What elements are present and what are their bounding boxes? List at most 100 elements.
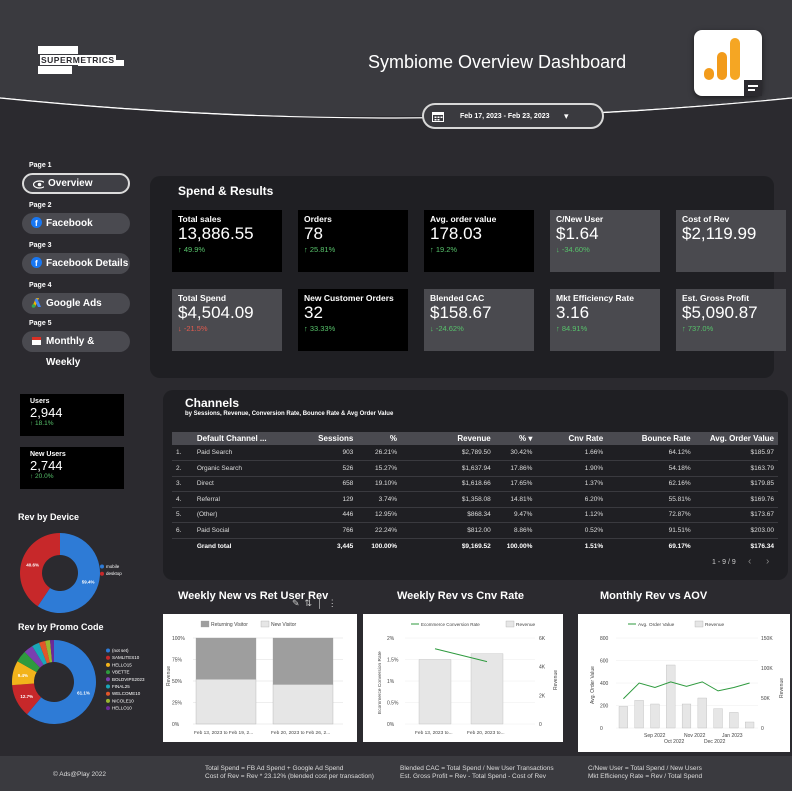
table-row[interactable]: 6. Paid Social 766 22.24% $812.00 8.86% 0.52% 9… — [172, 522, 778, 539]
bar[interactable] — [666, 664, 676, 729]
table-cell: 1.66% — [536, 445, 608, 461]
table-row[interactable]: 3. Direct 658 19.10% $1,618.66 17.65% 1.37% 62.… — [172, 476, 778, 492]
kpi-value: 178.03 — [430, 224, 482, 243]
chart-toolbar[interactable]: ✎ ⇅ │ ⋮ — [292, 598, 337, 609]
kpi-label: New Customer Orders — [304, 293, 394, 303]
table-cell: $2,789.50 — [401, 445, 495, 461]
bar[interactable] — [697, 697, 707, 729]
x-tick-label: Feb 20, 2023 to... — [467, 730, 505, 736]
table-cell: $163.79 — [694, 460, 778, 477]
total-cell: 69.17% — [668, 542, 691, 550]
column-header[interactable]: Default Channel ... — [192, 432, 297, 445]
kpi-label: Mkt Efficiency Rate — [556, 293, 634, 303]
bar[interactable] — [272, 637, 334, 685]
bar[interactable] — [195, 637, 257, 680]
table-row[interactable]: 4. Referral 129 3.74% $1,358.08 14.81% 6.20% 55… — [172, 491, 778, 508]
table-row[interactable]: 5. (Other) 446 12.95% $868.34 9.47% 1.12% 72.87… — [172, 507, 778, 523]
y2-tick-label: 0 — [761, 726, 764, 732]
table-cell: 0.52% — [536, 522, 608, 539]
total-cell: $9,169.52 — [461, 542, 491, 550]
x-tick-label: Feb 13, 2023 to Feb 19, 2... — [194, 730, 253, 736]
channels-title: Channels — [185, 396, 240, 410]
table-cell: 17.86% — [494, 460, 537, 477]
page-number-label: Page 3 — [29, 242, 52, 249]
chevron-down-icon: ▾ — [564, 111, 569, 121]
nav-item-google-ads[interactable]: Google Ads — [22, 293, 130, 314]
nav-item-facebook-details[interactable]: f Facebook Details — [22, 253, 130, 274]
table-cell: 2. — [172, 460, 193, 477]
column-header[interactable]: Avg. Order Value — [694, 432, 778, 445]
kpi-label: Cost of Rev — [682, 214, 730, 224]
table-cell: $1,618.66 — [401, 476, 495, 492]
column-header[interactable]: Revenue — [401, 432, 495, 445]
kpi-label: C/New User — [556, 214, 604, 224]
bar[interactable] — [729, 712, 739, 729]
legend-swatch — [106, 655, 110, 660]
bar[interactable] — [272, 684, 334, 725]
y2-tick-label: 100K — [761, 666, 773, 672]
nav-item-facebook[interactable]: f Facebook — [22, 213, 130, 234]
footer-note-cost: Cost of Rev = Rev * 23.12% (blended cost… — [205, 773, 374, 780]
nav-item-label: Monthly & Weekly — [46, 336, 95, 368]
kpi-label: Blended CAC — [430, 293, 485, 303]
x-tick-label: Dec 2022 — [704, 739, 726, 745]
kpi-change: ↑ 19.2% — [430, 245, 458, 254]
table-cell: 6.20% — [536, 491, 608, 508]
channels-table: Default Channel ... Sessions% Revenue% ▾ Cn… — [172, 432, 778, 554]
total-cell: 3,445 — [337, 542, 354, 550]
nav-item-label: Facebook Details — [46, 258, 129, 269]
nav-item-monthly-weekly[interactable]: Monthly & Weekly — [22, 331, 130, 368]
kpi-card-est-gross-profit: Est. Gross Profit $5,090.87 ↑ 737.0% — [676, 289, 786, 351]
new-users-label: New Users — [30, 451, 66, 458]
table-cell: 91.51% — [607, 522, 695, 539]
donut-slice-label: 12.7% — [20, 694, 33, 699]
kpi-value: $1.64 — [556, 224, 599, 243]
footer: © Ads@Play 2022 Total Spend = FB Ad Spen… — [0, 756, 792, 791]
kpi-card-orders: Orders 78 ↑ 25.81% — [298, 210, 408, 272]
table-cell: 17.65% — [494, 476, 537, 492]
kpi-card-total-spend: Total Spend $4,504.09 ↓ -21.5% — [172, 289, 282, 351]
bar[interactable] — [418, 659, 452, 725]
column-header[interactable]: Sessions — [296, 432, 358, 445]
y-tick-label: 25% — [172, 701, 183, 707]
bar[interactable] — [681, 703, 692, 729]
column-header[interactable]: % — [357, 432, 402, 445]
table-cell: 19.10% — [357, 476, 402, 492]
table-row[interactable]: 2. Organic Search 526 15.27% $1,637.94 17.86%… — [172, 460, 778, 477]
table-cell: 446 — [296, 507, 358, 523]
donut-slice-label: 40.6% — [26, 563, 39, 568]
y-tick-label: 0% — [172, 722, 180, 728]
table-row[interactable]: 1. Paid Search 903 26.21% $2,789.50 30.42% 1.6… — [172, 445, 778, 461]
table-cell: $812.00 — [401, 522, 495, 539]
table-cell: 30.42% — [494, 445, 537, 461]
column-header[interactable]: Bounce Rate — [607, 432, 695, 445]
table-cell: 5. — [172, 507, 193, 523]
next-page-icon[interactable]: › — [766, 556, 769, 567]
table-cell: 22.24% — [357, 522, 402, 539]
column-header[interactable]: Cnv Rate — [536, 432, 608, 445]
total-cell: 100.00% — [506, 542, 533, 550]
prev-page-icon[interactable]: ‹ — [748, 556, 751, 567]
legend-label: mobile — [106, 564, 120, 569]
table-cell: 4. — [172, 491, 193, 508]
column-header[interactable]: % ▾ — [494, 432, 537, 445]
bar[interactable] — [713, 708, 723, 729]
page-number-label: Page 2 — [29, 202, 52, 209]
bar[interactable] — [650, 703, 660, 729]
bar[interactable] — [470, 653, 504, 725]
y-tick-label: 800 — [600, 636, 609, 642]
bar[interactable] — [634, 700, 644, 729]
legend-swatch — [694, 620, 704, 628]
bar[interactable] — [745, 721, 755, 729]
kpi-change: ↑ 737.0% — [682, 324, 714, 333]
date-range-picker[interactable]: Feb 17, 2023 - Feb 23, 2023 ▾ — [422, 103, 604, 129]
legend-swatch — [100, 564, 104, 569]
nav-item-overview[interactable]: Overview — [22, 173, 130, 194]
bar[interactable] — [195, 679, 257, 725]
y-tick-label: 200 — [600, 704, 609, 710]
bar[interactable] — [618, 706, 628, 729]
legend-swatch — [260, 620, 270, 628]
y-tick-label: 0.5% — [387, 701, 399, 707]
users-value: 2,944 — [30, 405, 63, 420]
table-cell: 903 — [296, 445, 358, 461]
